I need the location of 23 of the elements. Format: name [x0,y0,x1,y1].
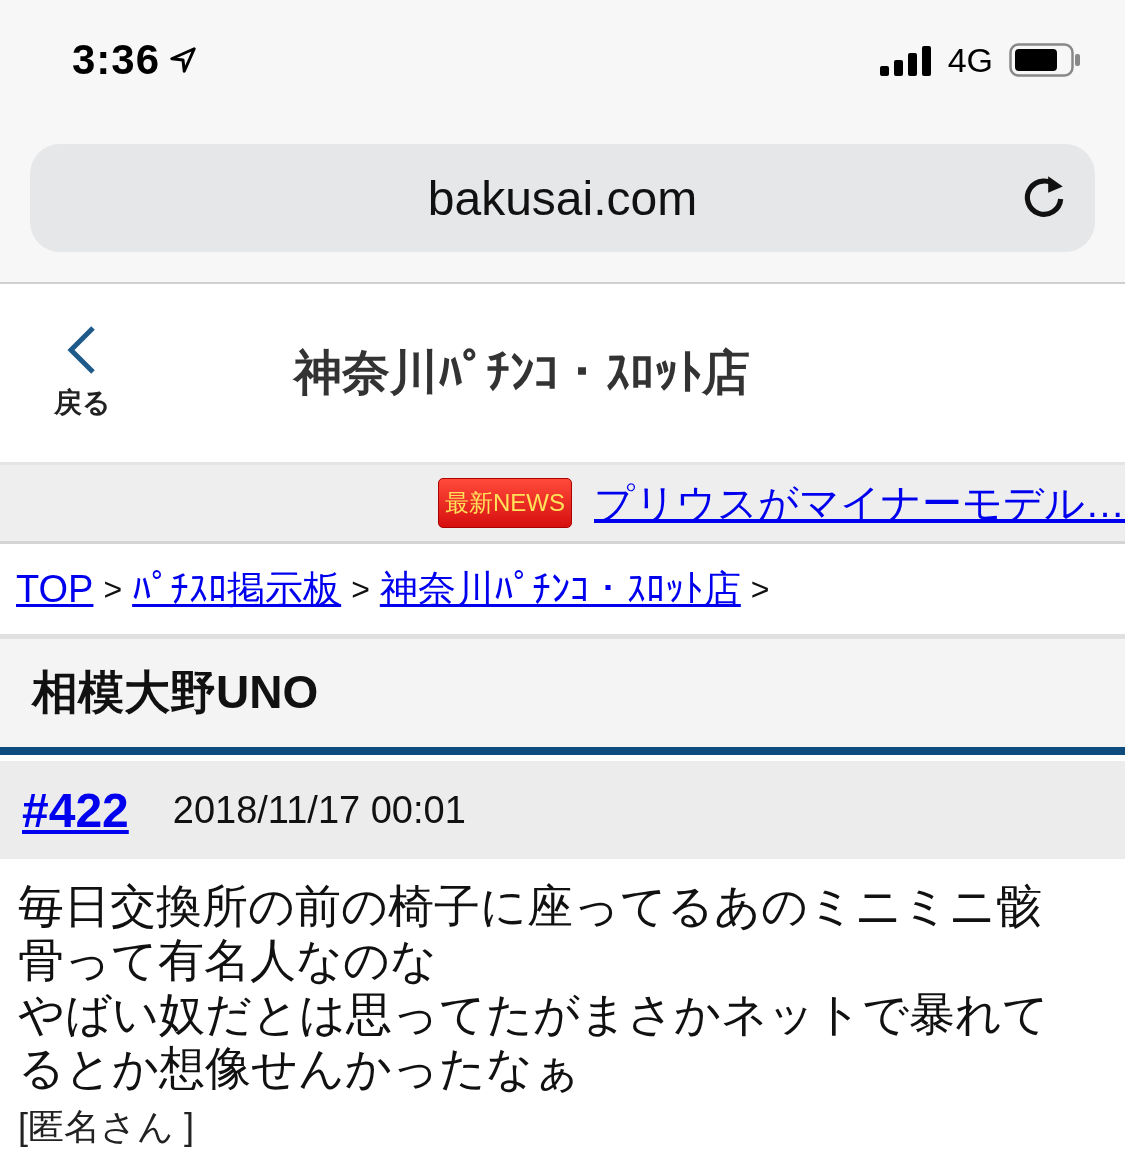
post-author: [匿名さん ] [18,1105,194,1149]
page-title: 神奈川ﾊﾟﾁﾝｺ・ｽﾛｯﾄ店 [294,345,750,401]
post-text: 毎日交換所の前の椅子に座ってるあのミニミニ骸骨って有名人なのな [18,879,1043,987]
post-number-link[interactable]: #422 [22,782,129,838]
post-text: やばい奴だとは思ってたがまさかネットで暴れてるとか想像せんかったなぁ [18,987,1050,1095]
breadcrumb-link[interactable]: ﾊﾟﾁｽﾛ掲示板 [132,563,342,615]
thread-title: 相模大野UNO [32,665,319,720]
breadcrumb-separator: > [750,570,770,608]
battery-icon [1009,43,1081,77]
url-text: bakusai.com [427,170,698,226]
signal-icon [879,44,932,76]
breadcrumb-separator: > [351,570,370,608]
breadcrumb-link[interactable]: 神奈川ﾊﾟﾁﾝｺ・ｽﾛｯﾄ店 [379,563,741,615]
breadcrumb-link[interactable]: TOP [16,567,94,611]
location-arrow-icon [168,45,199,75]
breadcrumb-separator: > [103,570,123,608]
back-button[interactable]: 戻る [50,324,114,422]
address-bar[interactable]: bakusai.com [30,144,1095,252]
post-date: 2018/11/17 00:01 [172,788,466,832]
status-time: 3:36 [72,36,161,84]
news-link[interactable]: プリウスがマイナーモデル… [594,475,1125,531]
network-type: 4G [947,40,993,80]
news-badge: 最新NEWS [438,478,572,528]
